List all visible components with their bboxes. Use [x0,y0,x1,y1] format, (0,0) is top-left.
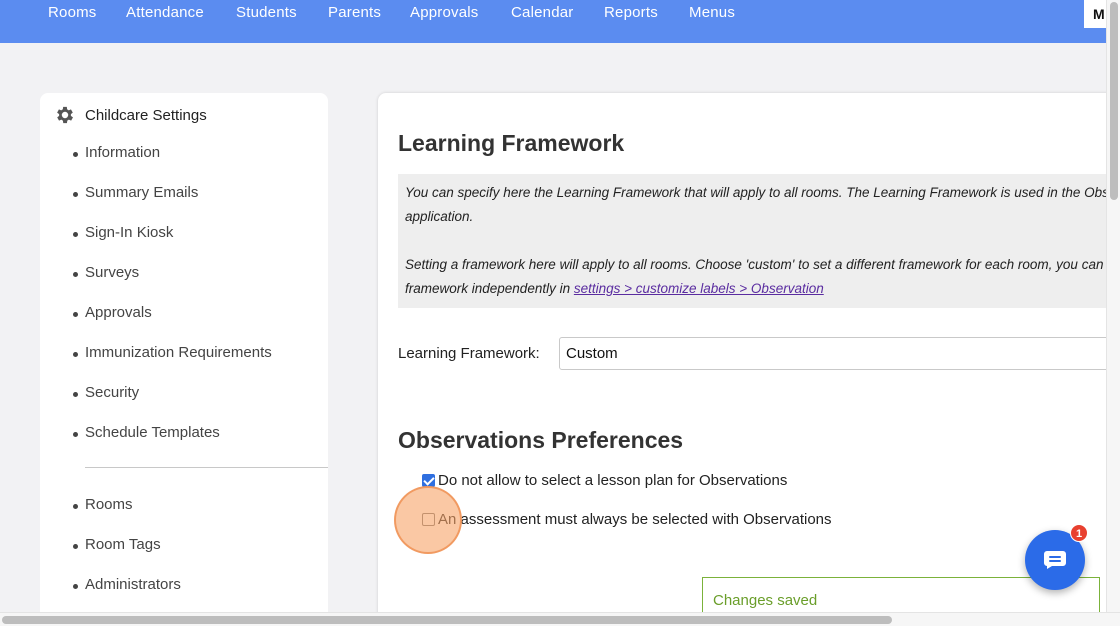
horizontal-scrollbar-thumb[interactable] [2,616,892,624]
settings-sidebar: Childcare Settings Information Summary E… [40,93,328,626]
sidebar-item-schedule-templates[interactable]: Schedule Templates [73,424,220,441]
notification-badge: 1 [1070,524,1088,542]
chat-icon [1044,551,1066,569]
top-navigation-bar: Rooms Attendance Students Parents Approv… [0,0,1106,43]
lesson-plan-option: Do not allow to select a lesson plan for… [422,472,787,489]
info-text-line-4: framework independently in settings > cu… [405,281,824,296]
info-text-line-2: application. [405,209,474,224]
nav-parents[interactable]: Parents [328,4,381,21]
gear-icon [57,106,73,124]
info-text-prefix: framework independently in [405,281,574,296]
sidebar-item-information[interactable]: Information [72,144,160,161]
horizontal-scrollbar[interactable] [0,612,1120,626]
learning-framework-label: Learning Framework: [398,345,540,362]
nav-calendar[interactable]: Calendar [511,4,573,21]
sidebar-item-summary-emails[interactable]: Summary Emails [72,184,198,201]
lesson-plan-checkbox-label: Do not allow to select a lesson plan for… [438,472,788,489]
section-title: Observations Preferences [398,427,684,453]
sidebar-item-room-tags[interactable]: Room Tags [73,536,161,553]
customize-labels-link[interactable]: settings > customize labels > Observatio… [574,281,824,296]
nav-students[interactable]: Students [236,4,297,21]
sidebar-item-security[interactable]: Security [72,384,139,401]
lesson-plan-checkbox[interactable] [422,474,435,487]
assessment-checkbox-label: An assessment must always be selected wi… [438,511,832,528]
nav-attendance[interactable]: Attendance [126,4,204,21]
nav-approvals[interactable]: Approvals [410,4,479,21]
info-box: You can specify here the Learning Framew… [398,174,1120,308]
vertical-scrollbar[interactable] [1106,0,1120,612]
sidebar-item-surveys[interactable]: Surveys [72,264,139,281]
info-text-line-1: You can specify here the Learning Framew… [405,185,1109,200]
settings-content-panel: Learning Framework You can specify here … [378,93,1120,626]
sidebar-item-immunization-requirements[interactable]: Immunization Requirements [73,344,272,361]
assessment-option: An assessment must always be selected wi… [422,511,832,528]
nav-reports[interactable]: Reports [604,4,658,21]
sidebar-divider [85,467,328,468]
nav-rooms[interactable]: Rooms [48,4,97,21]
sidebar-item-approvals[interactable]: Approvals [73,304,152,321]
learning-framework-select[interactable]: Custom [559,337,1120,370]
sidebar-header: Childcare Settings [54,104,207,126]
assessment-checkbox[interactable] [422,513,435,526]
sidebar-item-sign-in-kiosk[interactable]: Sign-In Kiosk [72,224,173,241]
page-title: Learning Framework [398,130,625,156]
sidebar-title: Childcare Settings [85,106,207,124]
user-menu-button[interactable]: M [1084,0,1106,28]
info-text-line-3: Setting a framework here will apply to a… [405,257,1104,272]
sidebar-item-rooms[interactable]: Rooms [73,496,133,513]
sidebar-item-administrators[interactable]: Administrators [73,576,181,593]
vertical-scrollbar-thumb[interactable] [1110,2,1118,200]
nav-menus[interactable]: Menus [689,4,735,21]
